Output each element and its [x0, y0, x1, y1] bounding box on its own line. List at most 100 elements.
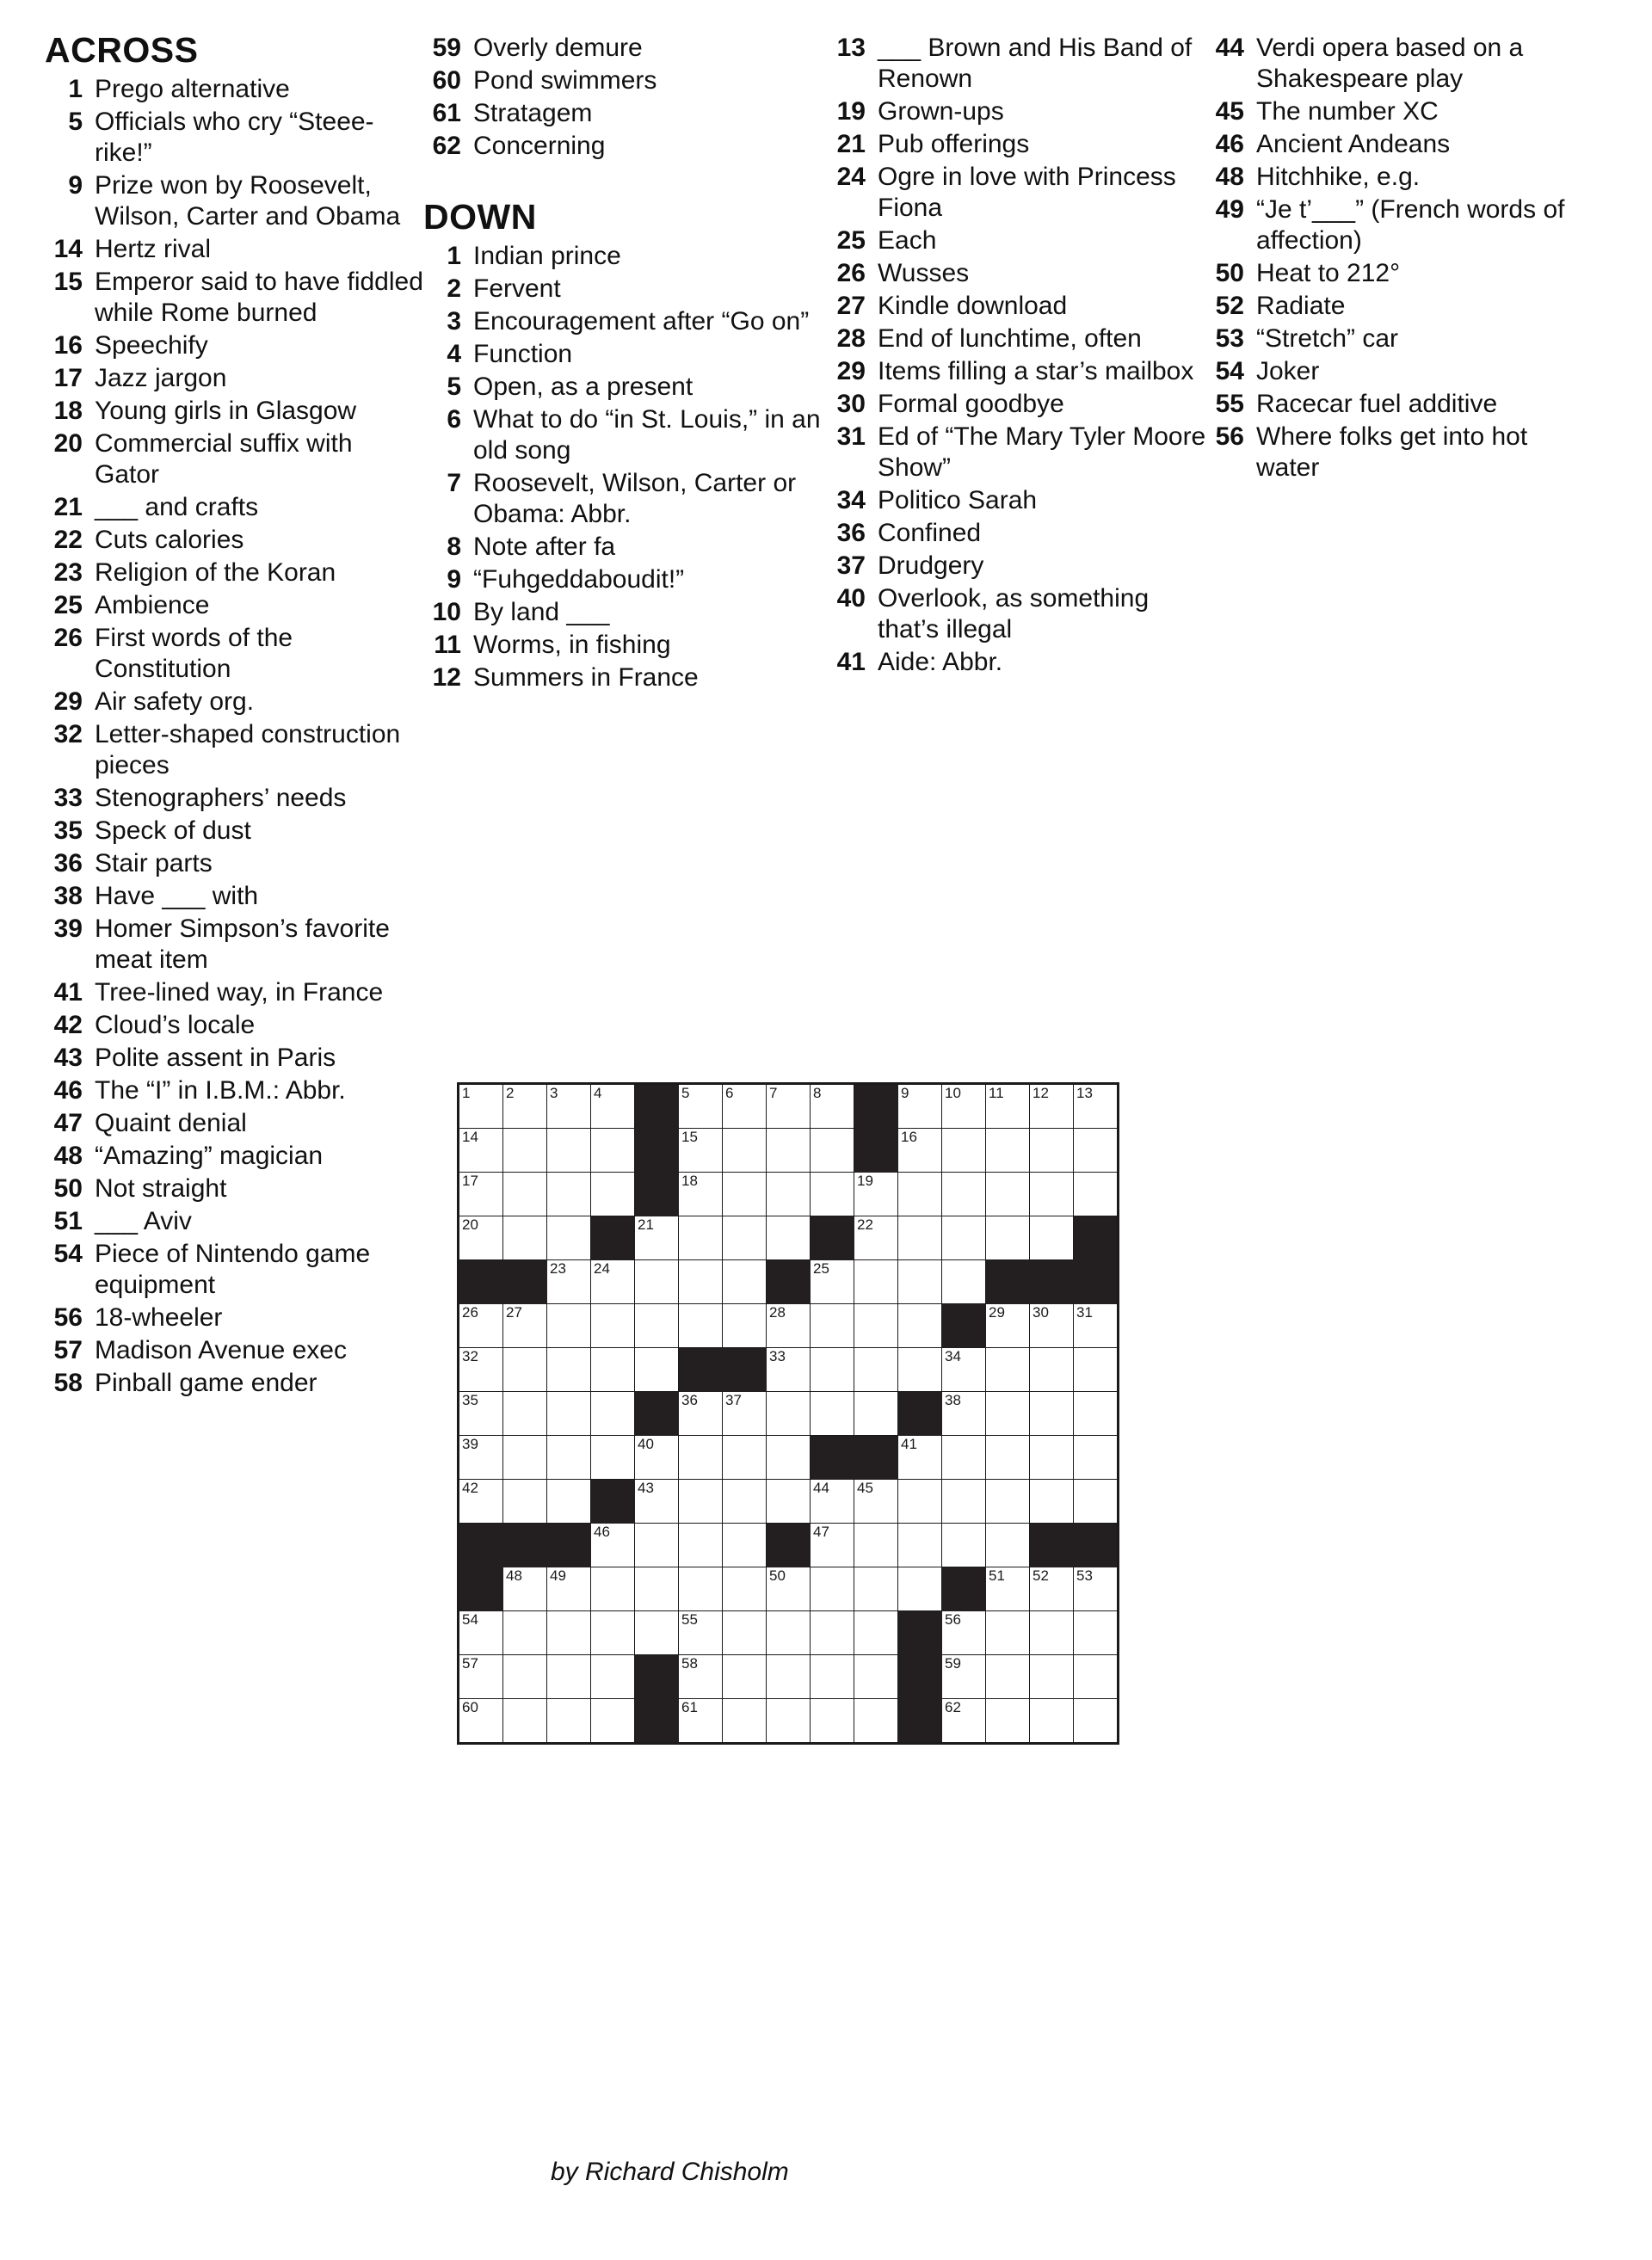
clue-item[interactable]: 19 Grown-ups — [828, 96, 1206, 127]
grid-cell[interactable]: 16 — [897, 1128, 942, 1173]
grid-cell[interactable]: 10 — [941, 1083, 986, 1129]
grid-cell[interactable]: 54 — [458, 1610, 503, 1655]
grid-cell[interactable] — [634, 1259, 679, 1304]
grid-cell[interactable] — [546, 1654, 591, 1699]
grid-cell[interactable] — [634, 1523, 679, 1567]
grid-cell[interactable] — [854, 1698, 898, 1744]
grid-cell[interactable] — [897, 1567, 942, 1611]
grid-cell[interactable] — [546, 1303, 591, 1348]
clue-item[interactable]: 42 Cloud’s locale — [45, 1010, 423, 1041]
clue-item[interactable]: 23 Religion of the Koran — [45, 557, 423, 588]
grid-cell[interactable] — [722, 1698, 767, 1744]
clue-item[interactable]: 31 Ed of “The Mary Tyler Moore Show” — [828, 422, 1206, 483]
grid-cell[interactable] — [1029, 1610, 1074, 1655]
grid-cell[interactable] — [766, 1654, 811, 1699]
clue-item[interactable]: 1 Prego alternative — [45, 74, 423, 105]
clue-item[interactable]: 12 Summers in France — [423, 662, 828, 693]
clue-item[interactable]: 5 Officials who cry “Steee-rike!” — [45, 107, 423, 169]
grid-cell[interactable] — [590, 1172, 635, 1216]
grid-cell[interactable] — [722, 1479, 767, 1524]
grid-cell[interactable]: 35 — [458, 1391, 503, 1436]
clue-item[interactable]: 48 Hitchhike, e.g. — [1206, 162, 1576, 193]
clue-item[interactable]: 2 Fervent — [423, 274, 828, 305]
clue-item[interactable]: 43 Polite assent in Paris — [45, 1043, 423, 1074]
grid-cell[interactable]: 40 — [634, 1435, 679, 1480]
grid-cell[interactable] — [810, 1654, 854, 1699]
grid-cell[interactable]: 42 — [458, 1479, 503, 1524]
clue-item[interactable]: 37 Drudgery — [828, 551, 1206, 582]
grid-cell[interactable] — [854, 1303, 898, 1348]
grid-cell[interactable] — [897, 1259, 942, 1304]
grid-cell[interactable] — [634, 1567, 679, 1611]
clue-item[interactable]: 60 Pond swimmers — [423, 65, 828, 96]
grid-cell[interactable] — [941, 1479, 986, 1524]
clue-item[interactable]: 61 Stratagem — [423, 98, 828, 129]
grid-cell[interactable] — [678, 1259, 723, 1304]
grid-cell[interactable]: 49 — [546, 1567, 591, 1611]
grid-cell[interactable] — [1029, 1391, 1074, 1436]
grid-cell[interactable]: 41 — [897, 1435, 942, 1480]
grid-cell[interactable] — [678, 1523, 723, 1567]
grid-cell[interactable]: 25 — [810, 1259, 854, 1304]
clue-item[interactable]: 10 By land ___ — [423, 597, 828, 628]
clue-item[interactable]: 25 Ambience — [45, 590, 423, 621]
grid-cell[interactable] — [766, 1610, 811, 1655]
clue-item[interactable]: 59 Overly demure — [423, 33, 828, 64]
grid-cell[interactable] — [766, 1172, 811, 1216]
grid-cell[interactable]: 5 — [678, 1083, 723, 1129]
clue-item[interactable]: 62 Concerning — [423, 131, 828, 162]
grid-cell[interactable] — [722, 1216, 767, 1260]
grid-cell[interactable] — [1029, 1128, 1074, 1173]
grid-cell[interactable] — [722, 1610, 767, 1655]
grid-cell[interactable]: 6 — [722, 1083, 767, 1129]
grid-cell[interactable] — [766, 1391, 811, 1436]
grid-cell[interactable]: 22 — [854, 1216, 898, 1260]
clue-item[interactable]: 21 ___ and crafts — [45, 492, 423, 523]
grid-cell[interactable] — [854, 1391, 898, 1436]
clue-item[interactable]: 17 Jazz jargon — [45, 363, 423, 394]
grid-cell[interactable]: 51 — [985, 1567, 1030, 1611]
grid-cell[interactable] — [941, 1259, 986, 1304]
grid-cell[interactable] — [810, 1567, 854, 1611]
grid-cell[interactable]: 9 — [897, 1083, 942, 1129]
grid-cell[interactable]: 3 — [546, 1083, 591, 1129]
grid-cell[interactable] — [678, 1479, 723, 1524]
grid-cell[interactable]: 46 — [590, 1523, 635, 1567]
clue-item[interactable]: 52 Radiate — [1206, 291, 1576, 322]
clue-item[interactable]: 36 Stair parts — [45, 848, 423, 879]
grid-cell[interactable] — [634, 1303, 679, 1348]
grid-cell[interactable] — [810, 1391, 854, 1436]
grid-cell[interactable]: 50 — [766, 1567, 811, 1611]
grid-cell[interactable] — [941, 1216, 986, 1260]
clue-item[interactable]: 30 Formal goodbye — [828, 389, 1206, 420]
grid-cell[interactable] — [722, 1303, 767, 1348]
grid-cell[interactable]: 23 — [546, 1259, 591, 1304]
clue-item[interactable]: 58 Pinball game ender — [45, 1368, 423, 1399]
grid-cell[interactable]: 30 — [1029, 1303, 1074, 1348]
clue-item[interactable]: 8 Note after fa — [423, 532, 828, 563]
grid-cell[interactable] — [1073, 1172, 1119, 1216]
grid-cell[interactable] — [678, 1303, 723, 1348]
grid-cell[interactable]: 38 — [941, 1391, 986, 1436]
grid-cell[interactable]: 57 — [458, 1654, 503, 1699]
clue-item[interactable]: 51 ___ Aviv — [45, 1206, 423, 1237]
grid-cell[interactable]: 1 — [458, 1083, 503, 1129]
grid-cell[interactable] — [502, 1435, 547, 1480]
grid-cell[interactable] — [897, 1172, 942, 1216]
grid-cell[interactable] — [1029, 1216, 1074, 1260]
grid-cell[interactable]: 55 — [678, 1610, 723, 1655]
grid-cell[interactable]: 33 — [766, 1347, 811, 1392]
grid-cell[interactable] — [810, 1347, 854, 1392]
grid-cell[interactable] — [634, 1610, 679, 1655]
grid-cell[interactable] — [810, 1172, 854, 1216]
clue-item[interactable]: 48 “Amazing” magician — [45, 1141, 423, 1172]
clue-item[interactable]: 15 Emperor said to have fiddled while Rom… — [45, 267, 423, 329]
grid-cell[interactable]: 15 — [678, 1128, 723, 1173]
clue-item[interactable]: 26 First words of the Constitution — [45, 623, 423, 685]
grid-cell[interactable] — [546, 1435, 591, 1480]
grid-cell[interactable]: 32 — [458, 1347, 503, 1392]
clue-item[interactable]: 16 Speechify — [45, 330, 423, 361]
grid-cell[interactable] — [722, 1567, 767, 1611]
grid-cell[interactable] — [590, 1303, 635, 1348]
clue-item[interactable]: 18 Young girls in Glasgow — [45, 396, 423, 427]
